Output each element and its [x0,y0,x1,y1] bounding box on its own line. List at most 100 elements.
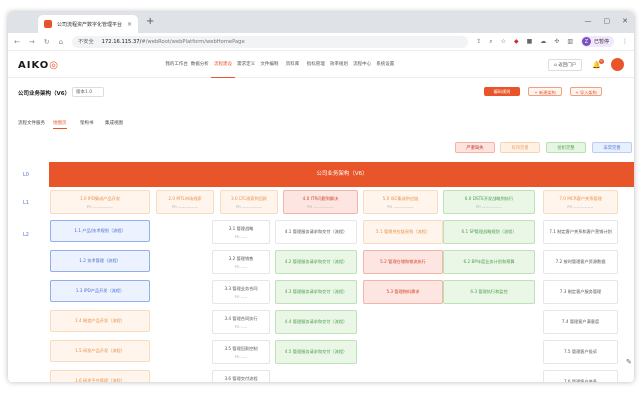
process-card[interactable]: 5.0 ISC集成供应链 PO —————— [363,190,438,214]
app-logo[interactable]: AIKO◎ [18,60,59,71]
process-card[interactable]: 1.1 产品/技术规划（流程） [50,220,150,242]
process-card[interactable]: 7.4 管理客户满意度 [543,310,618,334]
process-card[interactable]: 1.0 IPD集成产品开发 PO —————— [50,190,150,214]
process-card[interactable]: 7.3 制定客户服务管理 [543,280,618,304]
maximize-icon[interactable]: ▢ [604,17,611,25]
profile-button[interactable]: Z 已暂停 [580,36,614,47]
process-card[interactable]: 3.6 管理交付流程PO —— [212,370,270,382]
process-card[interactable]: 3.4 管理合同执行 PO —— [212,310,270,334]
nav-item[interactable]: 流程建设 [211,52,235,78]
process-card-title: 4.3 管理服务请求和交付（流程） [284,289,348,294]
process-card[interactable]: 7.1 制定客户关系和客户营销计划 [543,220,618,244]
process-card[interactable]: 3.3 管理业务合同 PO —— [212,280,270,304]
nav-item[interactable]: 我的工作台 [165,52,188,78]
version-select[interactable]: 版本1.0 [72,87,104,97]
process-card[interactable]: 5.2 管理仓储和物流执行 [363,250,443,274]
sub-tab[interactable]: 集成视图 [105,120,123,126]
process-card-meta: PO —— [234,294,248,299]
sub-tab[interactable]: 架构书 [80,120,94,126]
import-architecture-button[interactable]: + 导入架构 [570,87,602,96]
process-card[interactable]: 3.2 管理销售 PO —— [212,250,270,274]
new-architecture-button[interactable]: + 新建架构 [528,87,562,96]
browser-tab[interactable]: 公司流程资产数字化管理平台 × [38,15,138,33]
sub-tab[interactable]: 地图页 [53,120,67,129]
process-card[interactable]: 2.0 MTL市场线索 PO —————— [156,190,214,214]
close-window-icon[interactable]: ✕ [622,17,628,25]
favicon-icon [44,20,52,28]
home-icon[interactable]: ⌂ [59,38,63,46]
process-card[interactable]: 3.0 LTC线索到回款 PO —————— [220,190,278,214]
legend-needs-improvement[interactable]: 有待完善 [500,142,540,153]
process-card[interactable]: 7.5 管理客户投诉 [543,340,618,364]
process-card-title: 7.1 制定客户关系和客户营销计划 [549,229,612,234]
extension-cloud-icon[interactable]: ☁ [540,38,546,45]
nav-item[interactable]: 文件编制 [258,52,281,78]
new-tab-button[interactable]: + [146,15,154,29]
minimize-icon[interactable]: — [585,17,592,25]
process-card[interactable]: 4.3 管理服务请求和交付（流程） [275,280,357,304]
process-card[interactable]: 1.6 研发平台管理（流程） [50,370,150,382]
process-card[interactable]: 6.2 BP年度业务计划和预算 [443,250,535,274]
sidepanel-icon[interactable]: ▥ [567,38,573,45]
url-host: 172.16.115.37/ [101,38,142,45]
process-card-title: 3.3 管理业务合同 [224,285,258,291]
nav-item[interactable]: 效率规划 [327,52,350,78]
process-card[interactable]: 7.0 MCR客户关系管理 PO —————— [543,190,618,214]
process-card[interactable]: 6.1 SP管理战略规划（流程） [443,220,535,244]
page-controls: 公司业务架构（V6） 版本1.0 编码规则 + 新建架构 + 导入架构 [8,86,634,100]
process-card[interactable]: 4.4 管理服务请求和交付（流程） [275,310,357,334]
portal-button[interactable]: ⌂ 返回门户 [547,58,583,71]
extension-shield-icon[interactable]: ◆ [514,38,519,45]
share-icon[interactable]: ⇪ [476,38,481,45]
legend-complete[interactable]: 组织完整 [546,142,586,153]
nav-item[interactable]: 系统设置 [374,52,397,78]
insecure-warning[interactable]: 不安全 [78,38,94,45]
extension-icon[interactable]: ■ [527,38,533,45]
architecture-banner[interactable]: 公司业务架构（V6） [49,162,634,187]
more-icon[interactable]: ⋮ [622,38,628,45]
nav-item[interactable]: 数据分析 [188,52,211,78]
page-title: 公司业务架构（V6） [18,91,71,97]
process-card-meta: PO —————— [567,204,594,209]
address-bar[interactable]: 不安全 172.16.115.37/ #/webRoot/webPlatform… [72,35,469,48]
process-card[interactable]: 7.2 按时管理客户资源数据 [543,250,618,274]
process-card[interactable]: 4.0 ITR问题到解决 PO —————— [283,190,358,214]
process-card[interactable]: 6.0 DSTE开发战略到执行 PO —————— [443,190,535,214]
process-card-title: 2.0 MTL市场线索 [168,195,202,201]
process-card[interactable]: 1.3 IPD产品开发（流程） [50,280,150,302]
process-card[interactable]: 3.5 管理回款控制 PO —— [212,340,270,364]
nav-item[interactable]: 需求定义 [235,52,258,78]
back-icon[interactable]: ← [14,38,20,46]
legend-excellent[interactable]: 非常完善 [592,142,632,153]
search-icon[interactable]: ⌕ [489,38,492,46]
process-card[interactable]: 4.5 管理服务请求和交付（流程） [275,340,357,364]
process-card[interactable]: 5.1 管理供应链采购（流程） [363,220,443,244]
process-card[interactable]: 1.4 制造产品开发（流程） [50,310,150,332]
bookmark-icon[interactable]: ☆ [501,38,506,45]
process-card-title: 4.2 管理服务请求和交付（流程） [284,259,348,264]
coding-rules-button[interactable]: 编码规则 [484,87,520,96]
process-card[interactable]: 1.5 研发产品开发（流程） [50,340,150,362]
process-card-title: 6.3 管理执行和监控 [470,289,508,294]
nav-item[interactable]: 资料库 [281,52,304,78]
process-card[interactable]: 3.1 管理战略 PO —— [212,220,270,244]
process-card[interactable]: 1.2 技术管理（流程） [50,250,150,272]
process-card[interactable]: 4.1 管理服务请求和交付（流程） [275,220,357,244]
legend-severe-missing[interactable]: 严重缺失 [455,142,495,153]
process-card[interactable]: 4.2 管理服务请求和交付（流程） [275,250,357,274]
nav-item[interactable]: 指标管理 [304,52,327,78]
nav-item[interactable]: 流程中心 [351,52,374,78]
process-card[interactable]: 5.3 管理物料需求 [363,280,443,304]
forward-icon[interactable]: → [29,38,35,46]
notification-bell-icon[interactable]: 🔔 0 [592,58,604,69]
close-tab-icon[interactable]: × [127,21,132,28]
sub-tab[interactable]: 流程文件服务 [18,120,45,126]
user-avatar[interactable] [611,58,624,71]
puzzle-icon[interactable]: ✣ [554,38,559,45]
process-card[interactable]: 6.3 管理执行和监控 [443,280,535,304]
process-card-title: 1.3 IPD产品开发（流程） [75,288,125,293]
edit-icon[interactable]: ✎ [626,358,632,366]
process-card-title: 7.2 按时管理客户资源数据 [555,259,606,264]
process-card[interactable]: 7.6 管理客户关系 [543,370,618,382]
reload-icon[interactable]: ↻ [44,38,50,46]
